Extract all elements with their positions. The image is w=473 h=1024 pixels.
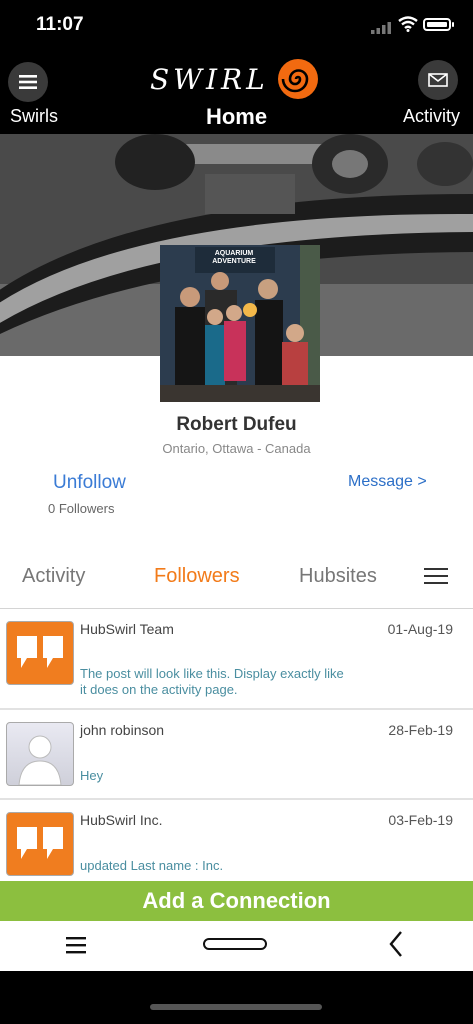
status-time: 11:07 bbox=[36, 14, 84, 35]
profile-photo[interactable]: AQUARIUM ADVENTURE bbox=[160, 245, 320, 402]
list-item-date: 03-Feb-19 bbox=[388, 812, 453, 828]
tab-followers[interactable]: Followers bbox=[154, 565, 240, 588]
activity-mail-button[interactable] bbox=[418, 60, 458, 100]
home-pill-button[interactable] bbox=[203, 938, 267, 950]
list-item-message: The post will look like this. Display ex… bbox=[80, 666, 344, 697]
swirls-menu-button[interactable] bbox=[8, 62, 48, 102]
bottom-safe-area bbox=[0, 971, 473, 1024]
envelope-icon bbox=[428, 73, 448, 87]
battery-tip bbox=[452, 22, 454, 27]
tab-activity[interactable]: Activity bbox=[22, 565, 85, 588]
followers-list: HubSwirl Team 01-Aug-19 The post will lo… bbox=[0, 609, 473, 881]
message-button[interactable]: Message > bbox=[348, 473, 427, 491]
list-item-message: updated Last name : Inc. bbox=[80, 858, 224, 873]
tab-hubsites[interactable]: Hubsites bbox=[299, 565, 377, 588]
logo-text: SWIRL bbox=[150, 62, 269, 96]
family-photo-image bbox=[160, 245, 320, 402]
add-connection-button[interactable]: Add a Connection bbox=[0, 881, 473, 921]
list-item-name: HubSwirl Inc. bbox=[80, 812, 163, 828]
activity-nav-label[interactable]: Activity bbox=[403, 106, 460, 127]
back-chevron-icon[interactable] bbox=[388, 930, 404, 958]
recent-apps-icon[interactable] bbox=[66, 936, 86, 954]
profile-name: Robert Dufeu bbox=[176, 414, 297, 435]
photo-sign-text: AQUARIUM ADVENTURE bbox=[212, 250, 256, 265]
list-item-message: Hey bbox=[80, 768, 104, 783]
unfollow-button[interactable]: Unfollow bbox=[53, 472, 126, 494]
list-item-date: 28-Feb-19 bbox=[388, 722, 453, 738]
profile-location: Ontario, Ottawa - Canada bbox=[162, 441, 311, 456]
battery-icon bbox=[423, 18, 451, 31]
list-item-name: john robinson bbox=[80, 722, 165, 738]
home-indicator[interactable] bbox=[150, 1004, 322, 1010]
hamburger-icon bbox=[19, 75, 37, 89]
tab-menu-hamburger-icon[interactable] bbox=[424, 567, 448, 585]
swirl-logo: SWIRL bbox=[150, 58, 319, 100]
list-item-name: HubSwirl Team bbox=[80, 621, 174, 637]
list-item[interactable]: john robinson 28-Feb-19 Hey bbox=[0, 710, 473, 800]
list-item[interactable]: HubSwirl Team 01-Aug-19 The post will lo… bbox=[0, 609, 473, 710]
followers-count: 0 Followers bbox=[48, 501, 115, 516]
quote-icon bbox=[6, 812, 74, 876]
list-item[interactable]: HubSwirl Inc. 03-Feb-19 updated Last nam… bbox=[0, 800, 473, 881]
quote-icon bbox=[6, 621, 74, 685]
cellular-signal-icon bbox=[371, 22, 391, 34]
wifi-icon bbox=[398, 16, 418, 32]
person-icon bbox=[6, 722, 74, 786]
list-item-date: 01-Aug-19 bbox=[387, 621, 453, 637]
swirl-logo-icon bbox=[277, 59, 318, 99]
